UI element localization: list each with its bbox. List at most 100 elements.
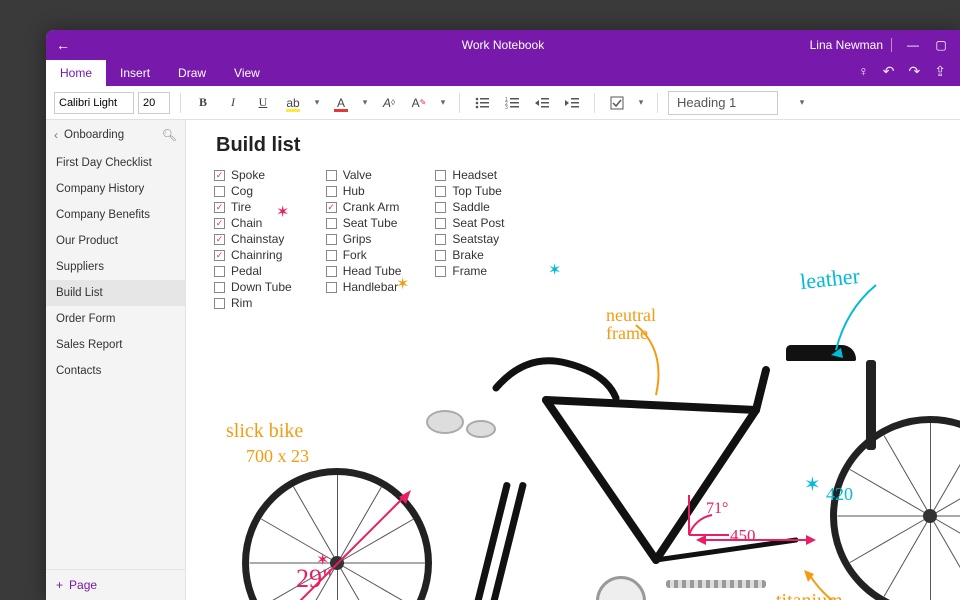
section-back-icon[interactable]: ‹ — [54, 128, 58, 142]
bike-seatpost — [866, 360, 876, 450]
italic-button[interactable]: I — [221, 91, 245, 115]
checkbox-icon — [326, 250, 337, 261]
sidebar-page-item[interactable]: Sales Report — [46, 332, 185, 358]
numbered-list-button[interactable]: 123 — [500, 91, 524, 115]
checklist-item[interactable]: Saddle — [435, 200, 504, 214]
checkbox-icon — [326, 218, 337, 229]
checkbox-icon: ✓ — [214, 202, 225, 213]
checklist-item-label: Pedal — [231, 264, 262, 278]
sidebar-page-item[interactable]: Company Benefits — [46, 202, 185, 228]
checklist-item[interactable]: Seatstay — [435, 232, 504, 246]
checkbox-icon — [214, 186, 225, 197]
checklist-item-label: Cog — [231, 184, 253, 198]
checklist-item[interactable]: Seat Post — [435, 216, 504, 230]
checkbox-icon — [435, 170, 446, 181]
checklist-item[interactable]: Pedal — [214, 264, 292, 278]
checklist-item[interactable]: Grips — [326, 232, 402, 246]
checklist-item[interactable]: Cog — [214, 184, 292, 198]
undo-button[interactable]: ↶ — [883, 63, 895, 80]
checkbox-icon — [326, 266, 337, 277]
font-color-dropdown[interactable]: ▾ — [359, 97, 371, 108]
sidebar-page-item[interactable]: Contacts — [46, 358, 185, 384]
outdent-button[interactable] — [530, 91, 554, 115]
tab-home[interactable]: Home — [46, 60, 106, 86]
checklist-item[interactable]: Handlebar — [326, 280, 402, 294]
checklist-item[interactable]: Down Tube — [214, 280, 292, 294]
ribbon-tabs: Home Insert Draw View ♀ ↶ ↷ ⇪ — [46, 60, 960, 86]
checklist-item[interactable]: Headset — [435, 168, 504, 182]
highlight-button[interactable]: ab — [281, 91, 305, 115]
section-name[interactable]: Onboarding — [64, 129, 156, 141]
checklist-item[interactable]: Hub — [326, 184, 402, 198]
checklist-item-label: Head Tube — [343, 264, 402, 278]
font-size-input[interactable] — [138, 92, 170, 114]
tab-view[interactable]: View — [220, 60, 274, 86]
checklist-item[interactable]: Top Tube — [435, 184, 504, 198]
checklist-item-label: Crank Arm — [343, 200, 400, 214]
underline-button[interactable]: U — [251, 91, 275, 115]
sidebar-page-item[interactable]: Order Form — [46, 306, 185, 332]
checklist-item[interactable]: ✓Spoke — [214, 168, 292, 182]
checkbox-icon — [435, 234, 446, 245]
font-name-input[interactable] — [54, 92, 134, 114]
plus-icon: + — [56, 578, 63, 592]
style-selector[interactable]: Heading 1 — [668, 91, 778, 115]
checklist-item[interactable]: ✓Tire — [214, 200, 292, 214]
checklist-item-label: Handlebar — [343, 280, 398, 294]
tags-dropdown[interactable]: ▾ — [635, 97, 647, 108]
todo-tag-button[interactable] — [605, 91, 629, 115]
checkbox-icon — [214, 282, 225, 293]
format-painter-button[interactable]: A✎ — [407, 91, 431, 115]
checkbox-icon — [435, 250, 446, 261]
sidebar-page-item[interactable]: Our Product — [46, 228, 185, 254]
sidebar-page-item[interactable]: Build List — [46, 280, 185, 306]
checklist-item[interactable]: Brake — [435, 248, 504, 262]
share-button[interactable]: ⇪ — [934, 63, 946, 80]
clear-formatting-button[interactable]: A◊ — [377, 91, 401, 115]
checklist-item[interactable]: Rim — [214, 296, 292, 310]
bullet-list-button[interactable] — [470, 91, 494, 115]
bold-button[interactable]: B — [191, 91, 215, 115]
checklist-item[interactable]: Seat Tube — [326, 216, 402, 230]
style-dropdown[interactable]: ▾ — [796, 97, 808, 108]
note-canvas[interactable]: Build list ✓Spoke Cog ✓Tire ✓Chain ✓Chainsta… — [186, 120, 960, 600]
checklist-item-label: Frame — [452, 264, 487, 278]
highlight-dropdown[interactable]: ▾ — [311, 97, 323, 108]
user-name[interactable]: Lina Newman — [810, 38, 883, 52]
checklist-item[interactable]: ✓Chainstay — [214, 232, 292, 246]
sidebar-page-item[interactable]: First Day Checklist — [46, 150, 185, 176]
checklist-item[interactable]: Valve — [326, 168, 402, 182]
add-page-button[interactable]: +Page — [46, 569, 185, 600]
maximize-button[interactable]: ▢ — [928, 38, 954, 52]
more-font-dropdown[interactable]: ▾ — [437, 97, 449, 108]
checklist-item-label: Brake — [452, 248, 483, 262]
page-title[interactable]: Build list — [216, 134, 300, 157]
bike-handlebar — [486, 348, 626, 408]
checklist-item[interactable]: ✓Crank Arm — [326, 200, 402, 214]
checklist-item[interactable]: ✓Chainring — [214, 248, 292, 262]
checklist-item[interactable]: Head Tube — [326, 264, 402, 278]
back-button[interactable]: ← — [46, 37, 80, 53]
checklist-item[interactable]: ✓Chain — [214, 216, 292, 230]
checkbox-icon — [214, 298, 225, 309]
checklist-item-label: Top Tube — [452, 184, 501, 198]
redo-button[interactable]: ↷ — [909, 63, 921, 80]
bike-chain — [666, 580, 766, 588]
search-icon[interactable]: 🔍︎ — [162, 128, 177, 142]
ink-annotation: neutral frame — [606, 306, 656, 342]
font-color-button[interactable]: A — [329, 91, 353, 115]
sidebar-page-item[interactable]: Company History — [46, 176, 185, 202]
tab-draw[interactable]: Draw — [164, 60, 220, 86]
indent-button[interactable] — [560, 91, 584, 115]
tab-insert[interactable]: Insert — [106, 60, 164, 86]
minimize-button[interactable]: — — [900, 38, 926, 52]
bike-wheel-rear — [830, 416, 960, 600]
app-window: ← Work Notebook Lina Newman — ▢ Home Ins… — [46, 30, 960, 600]
tell-me-icon[interactable]: ♀ — [858, 63, 869, 80]
sidebar-page-item[interactable]: Suppliers — [46, 254, 185, 280]
page-list-sidebar: ‹ Onboarding 🔍︎ First Day ChecklistCompa… — [46, 120, 186, 600]
checkbox-icon: ✓ — [214, 218, 225, 229]
checklist-item[interactable]: Frame — [435, 264, 504, 278]
checklist-item[interactable]: Fork — [326, 248, 402, 262]
ink-annotation: 700 x 23 — [246, 446, 309, 467]
